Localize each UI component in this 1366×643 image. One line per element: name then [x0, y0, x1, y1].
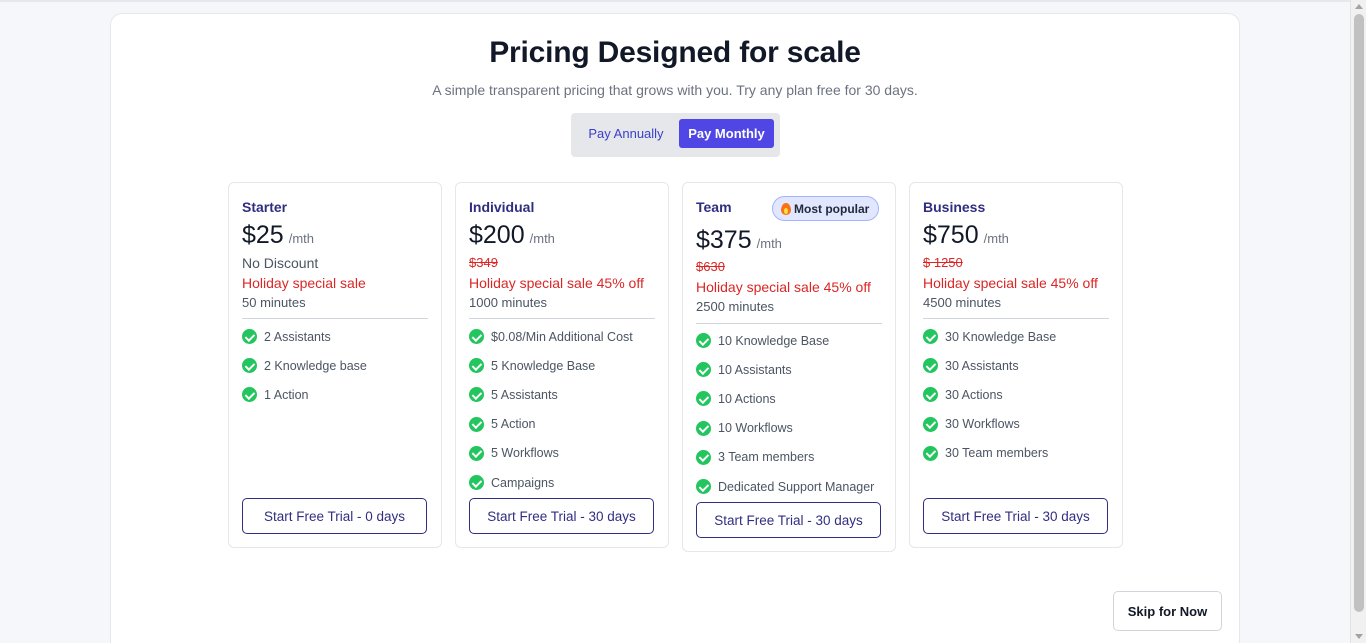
old-price: $630 [696, 259, 725, 274]
discount-note: No Discount [242, 255, 319, 271]
list-item: 5 Assistants [469, 380, 633, 409]
feature-list: 2 Assistants 2 Knowledge base 1 Action [242, 322, 367, 410]
plan-minutes: 50 minutes [242, 295, 306, 310]
plan-name: Business [923, 199, 986, 215]
page-subtitle: A simple transparent pricing that grows … [432, 82, 918, 98]
check-icon [696, 420, 711, 436]
card-divider [469, 318, 655, 319]
vertical-scrollbar[interactable] [1350, 0, 1366, 643]
scrollbar-thumb[interactable] [1354, 14, 1364, 612]
check-icon [469, 387, 484, 403]
check-icon [469, 475, 484, 491]
list-item: 30 Workflows [923, 410, 1056, 439]
price-period: /mth [288, 231, 315, 246]
feature-list: 30 Knowledge Base 30 Assistants 30 Actio… [923, 322, 1056, 468]
top-divider [0, 0, 1350, 2]
plan-price: $375 [696, 226, 752, 254]
check-icon [696, 333, 711, 349]
sale-label: Holiday special sale [242, 275, 366, 291]
card-divider [242, 318, 428, 319]
check-icon [923, 416, 938, 432]
feature-list: $0.08/Min Additional Cost 5 Knowledge Ba… [469, 322, 633, 497]
old-price: $349 [469, 255, 498, 270]
list-item: 30 Actions [923, 380, 1056, 409]
check-icon [469, 445, 484, 461]
most-popular-badge: Most popular [772, 196, 880, 221]
list-item: 10 Knowledge Base [696, 326, 874, 355]
plan-name: Team [696, 199, 732, 215]
billing-toggle: Pay Annually Pay Monthly [571, 113, 780, 157]
scroll-down-arrow-icon[interactable] [1355, 634, 1363, 639]
list-item: 30 Knowledge Base [923, 322, 1056, 351]
sale-label: Holiday special sale 45% off [469, 275, 644, 291]
price-row: $750 /mth [923, 221, 1009, 250]
check-icon [696, 479, 711, 495]
price-period: /mth [983, 231, 1009, 246]
plan-minutes: 4500 minutes [923, 295, 1002, 310]
plan-price: $200 [469, 221, 525, 249]
check-icon [469, 358, 484, 374]
price-row: $375 /mth [696, 226, 782, 255]
check-icon [696, 449, 711, 465]
check-icon [242, 387, 257, 403]
plan-card-starter: Starter $25 /mth No Discount Holiday spe… [228, 182, 442, 548]
list-item: 10 Workflows [696, 414, 874, 443]
check-icon [469, 416, 484, 432]
check-icon [242, 329, 257, 345]
start-free-trial-button[interactable]: Start Free Trial - 30 days [469, 498, 654, 534]
list-item: 2 Assistants [242, 322, 367, 351]
list-item: 2 Knowledge base [242, 351, 367, 380]
pay-monthly-button[interactable]: Pay Monthly [678, 119, 774, 148]
list-item: 10 Assistants [696, 355, 874, 384]
check-icon [923, 387, 938, 403]
list-item: $0.08/Min Additional Cost [469, 322, 633, 351]
check-icon [696, 362, 711, 378]
price-period: /mth [756, 236, 782, 251]
pricing-panel: Pricing Designed for scale A simple tran… [110, 13, 1240, 643]
plan-name: Individual [469, 199, 535, 215]
list-item: 10 Actions [696, 384, 874, 413]
list-item: Dedicated Support Manager [696, 472, 874, 501]
check-icon [923, 329, 938, 345]
sale-label: Holiday special sale 45% off [696, 279, 871, 295]
sale-label: Holiday special sale 45% off [923, 275, 1098, 291]
list-item: 30 Team members [923, 439, 1056, 468]
start-free-trial-button[interactable]: Start Free Trial - 30 days [923, 498, 1108, 534]
pay-annually-button[interactable]: Pay Annually [577, 119, 675, 148]
skip-for-now-button[interactable]: Skip for Now [1113, 591, 1222, 631]
feature-list: 10 Knowledge Base 10 Assistants 10 Actio… [696, 326, 874, 501]
list-item: 5 Knowledge Base [469, 351, 633, 380]
list-item: 5 Action [469, 410, 633, 439]
list-item: 30 Assistants [923, 351, 1056, 380]
flame-icon [781, 202, 791, 215]
plan-minutes: 1000 minutes [469, 295, 548, 310]
card-divider [923, 318, 1109, 319]
check-icon [923, 358, 938, 374]
page-title: Pricing Designed for scale [489, 36, 861, 69]
plan-price: $25 [242, 221, 284, 249]
plan-name: Starter [242, 199, 288, 215]
check-icon [469, 329, 484, 345]
price-row: $200 /mth [469, 221, 555, 250]
price-row: $25 /mth [242, 221, 314, 250]
old-price: $ 1250 [923, 255, 963, 270]
scroll-up-arrow-icon[interactable] [1355, 4, 1363, 9]
plan-card-individual: Individual $200 /mth $349 Holiday specia… [455, 182, 669, 548]
check-icon [242, 358, 257, 374]
list-item: 1 Action [242, 380, 367, 409]
card-divider [696, 323, 882, 324]
list-item: 3 Team members [696, 443, 874, 472]
price-period: /mth [529, 231, 555, 246]
plan-price: $750 [923, 221, 979, 249]
plan-card-business: Business $750 /mth $ 1250 Holiday specia… [909, 182, 1123, 548]
plan-card-team: Team Most popular $375 /mth $630 Holiday… [682, 182, 896, 552]
start-free-trial-button[interactable]: Start Free Trial - 30 days [696, 502, 881, 538]
check-icon [696, 391, 711, 407]
start-free-trial-button[interactable]: Start Free Trial - 0 days [242, 498, 427, 534]
check-icon [923, 445, 938, 461]
list-item: Campaigns [469, 468, 633, 497]
plan-minutes: 2500 minutes [696, 299, 775, 314]
list-item: 5 Workflows [469, 439, 633, 468]
